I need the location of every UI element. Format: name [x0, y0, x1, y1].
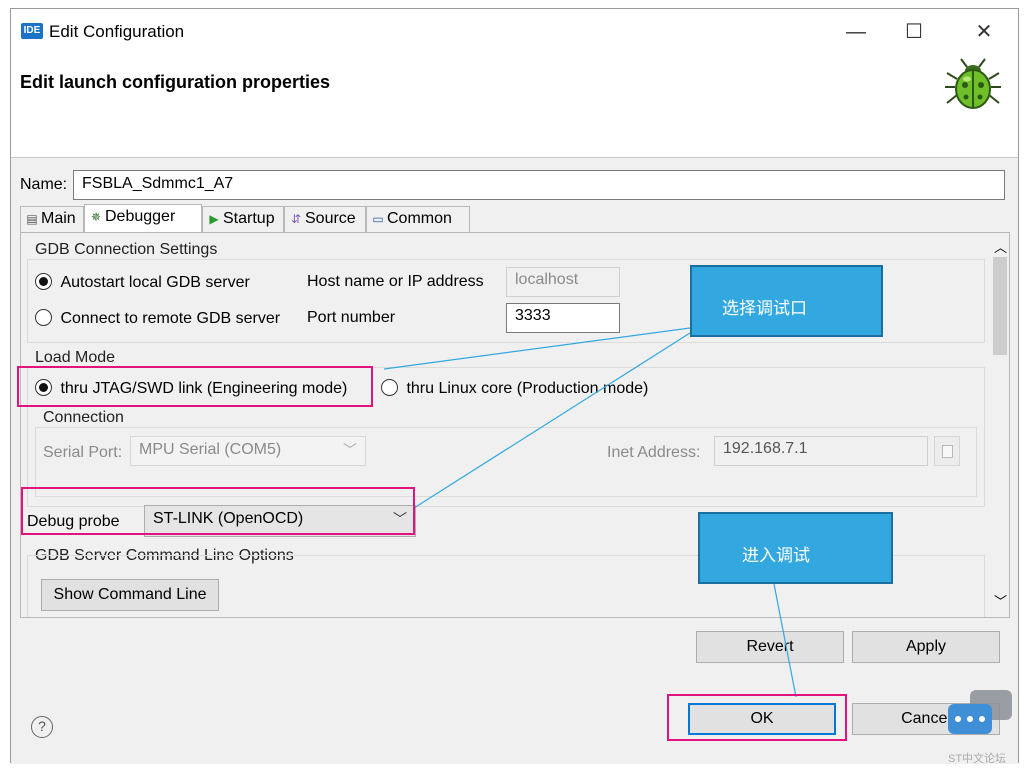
- show-command-line-button[interactable]: Show Command Line: [41, 579, 219, 611]
- port-input[interactable]: 3333: [506, 303, 620, 333]
- tab-common[interactable]: ▭ Common: [366, 206, 470, 234]
- scroll-thumb[interactable]: [993, 257, 1007, 355]
- debugger-icon: ✵: [90, 210, 102, 224]
- connection-title: Connection: [43, 409, 124, 426]
- serial-port-value: MPU Serial (COM5): [139, 441, 282, 458]
- forum-watermark: ST中文论坛: [946, 690, 1018, 765]
- host-label: Host name or IP address: [307, 273, 484, 290]
- document-icon: ▤: [26, 212, 38, 226]
- host-input[interactable]: localhost: [506, 267, 620, 297]
- highlight-debug-probe: [21, 487, 415, 535]
- highlight-load-mode: [17, 366, 373, 407]
- title-bar: IDE Edit Configuration — ☐ ✕: [11, 9, 1018, 53]
- remote-option[interactable]: Connect to remote GDB server: [35, 309, 280, 328]
- tab-label: Source: [305, 210, 356, 227]
- linux-option[interactable]: thru Linux core (Production mode): [381, 379, 648, 398]
- autostart-label: Autostart local GDB server: [60, 274, 250, 291]
- common-icon: ▭: [372, 212, 384, 226]
- inet-address-label: Inet Address:: [607, 444, 701, 461]
- ide-app-icon: IDE: [21, 23, 43, 39]
- revert-button[interactable]: Revert: [696, 631, 844, 663]
- chevron-down-icon: ﹀: [343, 442, 357, 458]
- chat-dots-icon: [948, 704, 992, 734]
- autostart-option[interactable]: Autostart local GDB server: [35, 273, 250, 292]
- scroll-up-icon[interactable]: ︿: [994, 237, 1007, 256]
- scroll-down-icon[interactable]: ﹀: [994, 591, 1007, 610]
- tab-label: Common: [387, 210, 452, 227]
- minimize-button[interactable]: —: [841, 19, 871, 45]
- load-mode-title: Load Mode: [35, 349, 116, 366]
- remote-radio[interactable]: [35, 309, 52, 326]
- source-icon: ⇵: [290, 212, 302, 226]
- autostart-radio[interactable]: [35, 273, 52, 290]
- tab-main[interactable]: ▤ Main: [20, 206, 84, 234]
- name-input[interactable]: FSBLA_Sdmmc1_A7: [73, 170, 1005, 200]
- tab-label: Startup: [223, 210, 275, 227]
- close-button[interactable]: ✕: [969, 19, 999, 45]
- window-title: Edit Configuration: [49, 22, 185, 41]
- name-label: Name:: [20, 176, 68, 193]
- linux-radio[interactable]: [381, 379, 398, 396]
- watermark-text: ST中文论坛: [948, 753, 1007, 765]
- play-icon: ▶: [209, 212, 219, 226]
- dialog-body: Name: FSBLA_Sdmmc1_A7 ▤ Main ✵ Debugger ▶ S…: [11, 158, 1018, 764]
- serial-port-combo[interactable]: MPU Serial (COM5) ﹀: [130, 436, 366, 466]
- maximize-button[interactable]: ☐: [899, 19, 929, 45]
- help-icon[interactable]: ?: [31, 716, 53, 738]
- apply-button[interactable]: Apply: [852, 631, 1000, 663]
- callout-select-debug-port: 选择调试口: [690, 265, 883, 337]
- dialog-header: Edit launch configuration properties: [11, 53, 1018, 157]
- linux-label: thru Linux core (Production mode): [406, 380, 649, 397]
- debug-bug-icon: [945, 58, 1001, 109]
- tab-debugger[interactable]: ✵ Debugger: [84, 204, 202, 234]
- serial-port-label: Serial Port:: [43, 444, 123, 461]
- copy-button[interactable]: [934, 436, 960, 466]
- header-title: Edit launch configuration properties: [20, 72, 331, 92]
- tab-label: Main: [41, 210, 76, 227]
- port-label: Port number: [307, 309, 396, 326]
- panel-scrollbar[interactable]: ︿ ﹀: [991, 233, 1009, 617]
- tab-startup[interactable]: ▶ Startup: [202, 206, 284, 234]
- inet-address-input[interactable]: 192.168.7.1: [714, 436, 928, 466]
- clipboard-icon: [942, 445, 953, 458]
- tab-label: Debugger: [105, 208, 176, 225]
- tab-source[interactable]: ⇵ Source: [284, 206, 366, 234]
- remote-label: Connect to remote GDB server: [60, 310, 281, 327]
- callout-enter-debug: 进入调试: [698, 512, 893, 584]
- gdb-connection-title: GDB Connection Settings: [35, 241, 218, 258]
- highlight-ok: [667, 694, 847, 741]
